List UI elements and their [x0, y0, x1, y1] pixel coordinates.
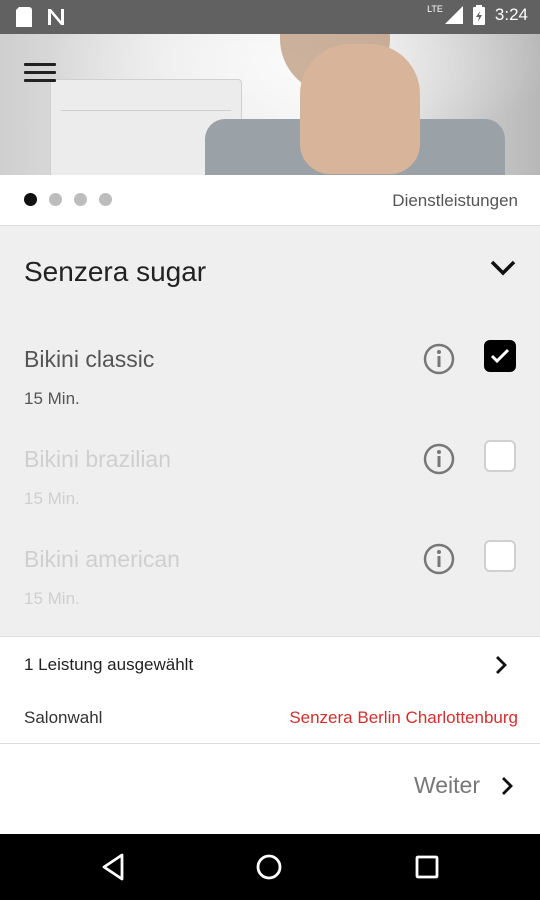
network-type: LTE	[427, 4, 443, 14]
selection-summary-text: 1 Leistung ausgewählt	[24, 655, 194, 674]
footer: Weiter	[0, 744, 540, 834]
page-dot	[99, 193, 112, 206]
page-dot	[24, 193, 37, 206]
info-icon[interactable]	[422, 442, 456, 476]
battery-icon	[472, 5, 485, 25]
n-notification-icon	[48, 9, 64, 25]
hero-image	[0, 34, 540, 175]
step-indicator: Dienstleistungen	[0, 175, 540, 226]
signal-icon	[444, 6, 463, 24]
checkmark-icon	[490, 348, 510, 364]
chevron-right-icon	[496, 656, 507, 674]
clock: 3:24	[494, 5, 528, 24]
service-list[interactable]: Senzera sugar Bikini classic 15 Min. Bik…	[0, 226, 540, 636]
chevron-down-icon[interactable]	[490, 258, 516, 278]
status-bar: LTE 3:24	[0, 0, 540, 34]
model-photo	[300, 44, 420, 174]
service-checkbox[interactable]	[484, 340, 516, 372]
next-button-label: Weiter	[413, 772, 480, 798]
service-duration: 15 Min.	[24, 389, 80, 408]
chevron-right-icon	[502, 776, 513, 795]
hamburger-menu-icon[interactable]	[22, 58, 58, 88]
service-checkbox[interactable]	[484, 540, 516, 572]
back-icon[interactable]	[98, 852, 128, 882]
service-duration: 15 Min.	[24, 489, 80, 508]
service-name: Bikini classic	[24, 346, 155, 372]
step-label: Dienstleistungen	[392, 191, 518, 210]
sd-card-icon	[16, 7, 32, 27]
page-dots	[24, 193, 112, 206]
page-dot	[49, 193, 62, 206]
service-row: Bikini classic 15 Min.	[0, 334, 540, 434]
selection-summary[interactable]: 1 Leistung ausgewählt	[0, 636, 540, 694]
salon-label: Salonwahl	[24, 708, 103, 727]
service-checkbox[interactable]	[484, 440, 516, 472]
service-name: Bikini american	[24, 546, 180, 572]
section-header[interactable]: Senzera sugar	[0, 226, 540, 316]
next-button[interactable]: Weiter	[414, 772, 514, 799]
home-icon[interactable]	[254, 852, 284, 882]
salon-selector[interactable]: Salonwahl Senzera Berlin Charlottenburg	[0, 693, 540, 744]
navigation-bar	[0, 834, 540, 900]
service-row: Bikini american 15 Min.	[0, 534, 540, 634]
service-duration: 15 Min.	[24, 589, 80, 608]
service-name: Bikini brazilian	[24, 446, 172, 472]
page-dot	[74, 193, 87, 206]
service-row: Bikini brazilian 15 Min.	[0, 434, 540, 534]
info-icon[interactable]	[422, 342, 456, 376]
info-icon[interactable]	[422, 542, 456, 576]
recents-icon[interactable]	[412, 852, 442, 882]
section-title: Senzera sugar	[24, 256, 207, 287]
salon-value: Senzera Berlin Charlottenburg	[289, 708, 518, 727]
